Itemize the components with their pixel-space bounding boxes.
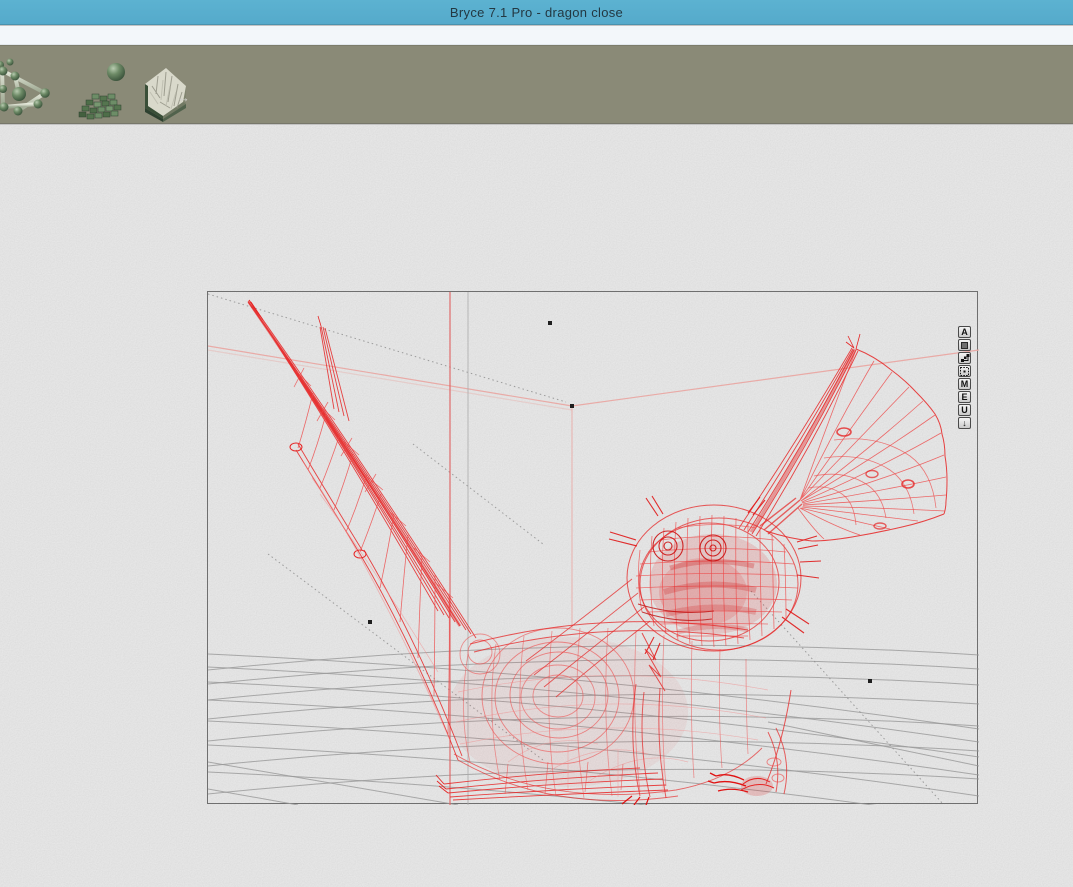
dragon-body <box>448 622 791 805</box>
terrain-palette-button[interactable] <box>78 56 138 118</box>
dragon-right-wing <box>739 334 947 541</box>
link-icon <box>960 353 970 363</box>
attributes-button[interactable]: A <box>958 326 971 338</box>
show-as-box-button[interactable] <box>958 339 971 351</box>
toolbar-expand-icon[interactable]: ↔ <box>177 92 190 104</box>
link-button[interactable] <box>958 352 971 364</box>
smooth-button[interactable]: U <box>958 404 971 416</box>
scene-viewport[interactable]: A M E U ↓ <box>207 291 978 804</box>
edit-button[interactable]: E <box>958 391 971 403</box>
drop-button[interactable]: ↓ <box>958 417 971 429</box>
material-button[interactable]: M <box>958 378 971 390</box>
workspace: A M E U ↓ <box>0 125 1073 887</box>
objects-palette-button[interactable] <box>0 56 60 118</box>
titlebar[interactable]: Bryce 7.1 Pro - dragon close <box>0 0 1073 25</box>
scene-render <box>208 292 979 805</box>
top-toolbar: ↔ <box>0 45 1073 124</box>
solid-square-icon <box>961 342 968 349</box>
origin-button[interactable] <box>958 365 971 377</box>
origin-target-icon <box>959 366 970 377</box>
window-title: Bryce 7.1 Pro - dragon close <box>450 5 623 20</box>
mountain-cube-button[interactable] <box>136 56 196 118</box>
menu-strip <box>0 26 1073 45</box>
object-controls: A M E U ↓ <box>958 326 972 430</box>
